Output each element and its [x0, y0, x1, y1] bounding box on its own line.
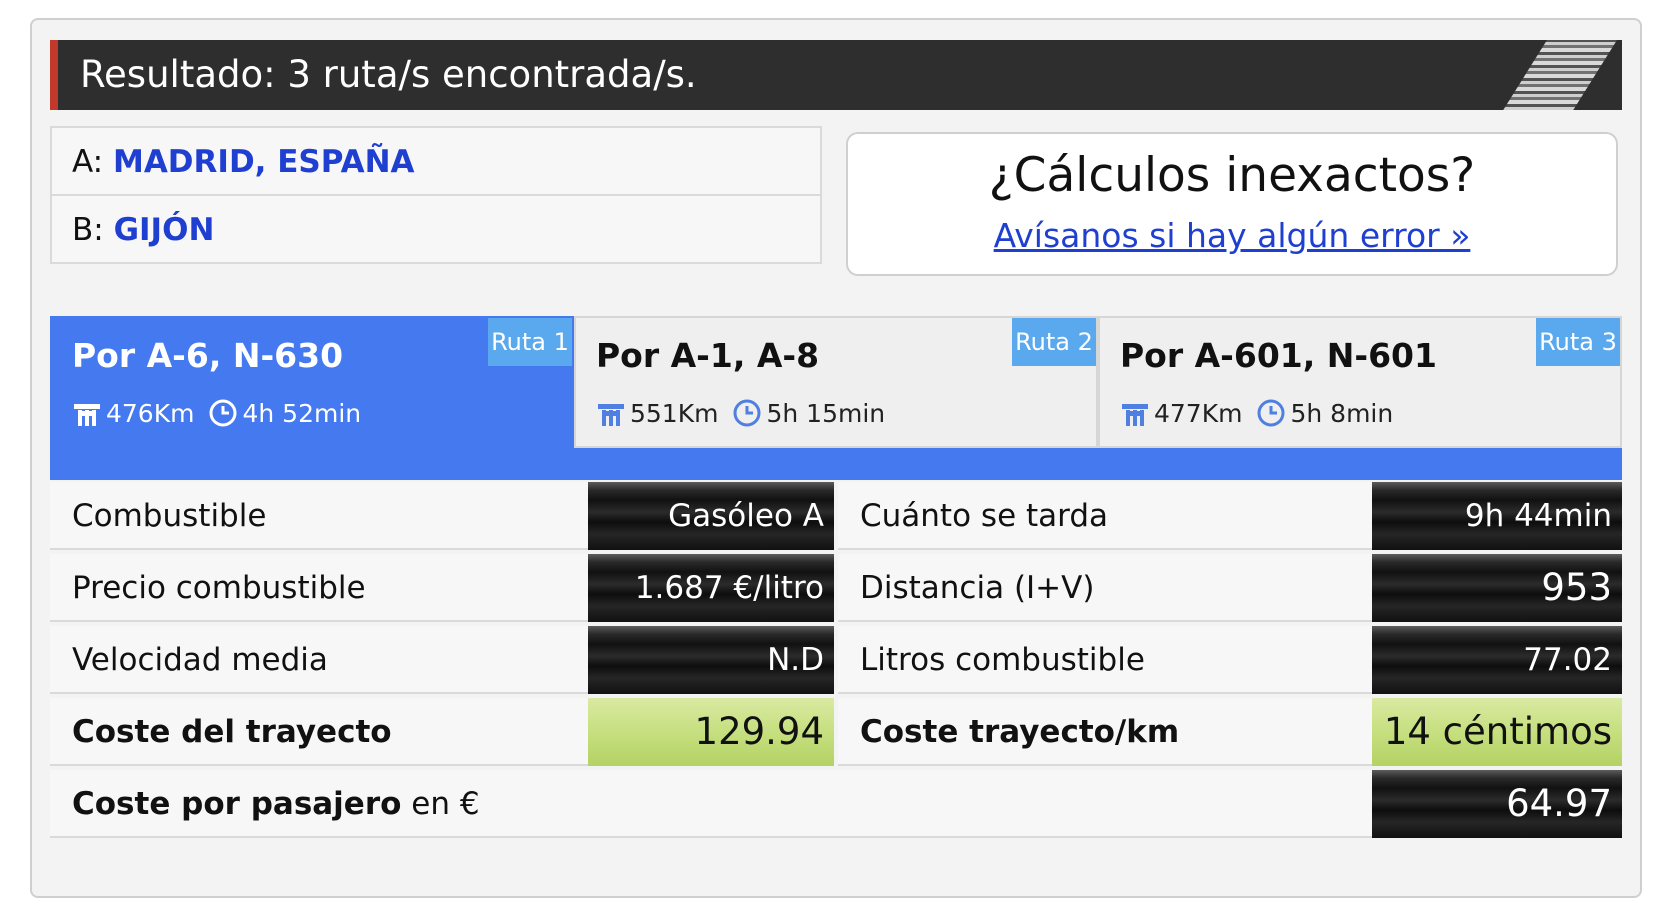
passenger-cost-value: 64.97 — [1372, 770, 1622, 838]
destination-row: B: GIJÓN — [50, 194, 822, 264]
speed-value: N.D — [588, 626, 834, 694]
route-name: Por A-1, A-8 — [596, 336, 820, 375]
distance-value: 953 — [1372, 554, 1622, 622]
destination-prefix: B: — [72, 212, 104, 248]
results-title: Resultado: 3 ruta/s encontrada/s. — [80, 53, 697, 96]
liters-value: 77.02 — [1372, 626, 1622, 694]
route-badge: Ruta 1 — [488, 318, 572, 366]
route-distance: 551Km — [630, 398, 719, 428]
origin-row: A: MADRID, ESPAÑA — [50, 126, 822, 196]
clock-icon — [733, 399, 761, 427]
report-error-link[interactable]: Avísanos si hay algún error » — [848, 216, 1616, 255]
route-tab-3[interactable]: Por A-601, N-601 Ruta 3 477Km 5h 8min — [1098, 316, 1622, 448]
clock-icon — [1257, 399, 1285, 427]
fuel-label: Combustible — [50, 482, 588, 550]
origin-prefix: A: — [72, 144, 104, 180]
passenger-cost-label-suffix: en € — [401, 786, 480, 822]
feedback-box: ¿Cálculos inexactos? Avísanos si hay alg… — [846, 132, 1618, 276]
origin-value: MADRID, ESPAÑA — [112, 144, 415, 180]
duration-value: 9h 44min — [1372, 482, 1622, 550]
passenger-cost-label-main: Coste por pasajero — [72, 786, 402, 822]
tire-tread-icon — [1490, 40, 1622, 110]
route-distance: 476Km — [106, 398, 195, 428]
route-time: 5h 8min — [1290, 398, 1394, 428]
route-tab-2[interactable]: Por A-1, A-8 Ruta 2 551Km 5h 15min — [574, 316, 1098, 448]
trip-cost-label: Coste del trayecto — [50, 698, 588, 766]
route-name: Por A-601, N-601 — [1120, 336, 1437, 375]
highway-icon — [74, 404, 100, 426]
price-label: Precio combustible — [50, 554, 588, 622]
destination-value: GIJÓN — [113, 212, 215, 248]
route-time: 4h 52min — [242, 398, 362, 428]
route-time: 5h 15min — [766, 398, 886, 428]
route-badge: Ruta 2 — [1012, 318, 1096, 366]
cost-per-km-label: Coste trayecto/km — [838, 698, 1372, 766]
price-value: 1.687 €/litro — [588, 554, 834, 622]
results-header: Resultado: 3 ruta/s encontrada/s. — [50, 40, 1622, 110]
fuel-value: Gasóleo A — [588, 482, 834, 550]
liters-label: Litros combustible — [838, 626, 1372, 694]
route-name: Por A-6, N-630 — [72, 336, 344, 375]
distance-label: Distancia (I+V) — [838, 554, 1372, 622]
duration-label: Cuánto se tarda — [838, 482, 1372, 550]
trip-cost-value: 129.94 — [588, 698, 834, 766]
highway-icon — [1122, 404, 1148, 426]
route-badge: Ruta 3 — [1536, 318, 1620, 366]
route-distance: 477Km — [1154, 398, 1243, 428]
clock-icon — [209, 399, 237, 427]
passenger-cost-label: Coste por pasajero en € — [50, 770, 1372, 838]
cost-per-km-value: 14 céntimos — [1372, 698, 1622, 766]
speed-label: Velocidad media — [50, 626, 588, 694]
route-tab-1[interactable]: Por A-6, N-630 Ruta 1 476Km 4h 52min — [50, 316, 574, 480]
highway-icon — [598, 404, 624, 426]
feedback-title: ¿Cálculos inexactos? — [988, 148, 1476, 203]
